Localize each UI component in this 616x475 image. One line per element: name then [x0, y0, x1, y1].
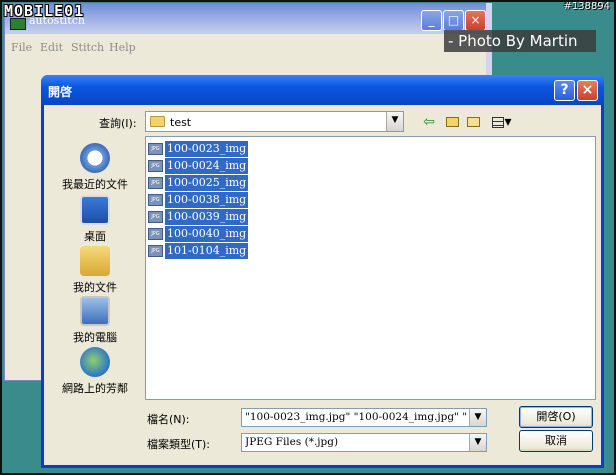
my-computer-icon: [80, 296, 110, 326]
look-in-value: test: [170, 116, 192, 129]
chevron-down-icon[interactable]: ▼: [469, 409, 486, 426]
place-my-computer[interactable]: 我的電腦: [50, 296, 140, 345]
file-name: 100-0023_img: [165, 141, 249, 157]
filetype-label: 檔案類型(T):: [147, 438, 211, 451]
place-label: 我的文件: [73, 281, 117, 294]
my-documents-icon: [80, 246, 110, 276]
file-name: 100-0025_img: [165, 175, 249, 191]
chevron-down-icon[interactable]: ▼: [469, 434, 486, 451]
menu-bar: File Edit Stitch Help: [5, 36, 488, 58]
jpg-file-icon: JPG: [148, 194, 163, 206]
up-folder-icon[interactable]: [443, 113, 461, 131]
place-label: 網路上的芳鄰: [62, 382, 128, 395]
place-recent[interactable]: 我最近的文件: [50, 143, 140, 192]
desktop-icon: [80, 195, 110, 225]
recent-documents-icon: [80, 143, 110, 173]
file-name: 100-0040_img: [165, 226, 249, 242]
filename-field[interactable]: "100-0023_img.jpg" "100-0024_img.jpg" "1…: [241, 408, 487, 427]
maximize-button[interactable]: □: [443, 10, 464, 31]
places-bar: 我最近的文件 桌面 我的文件 我的電腦 網路上的芳鄰: [50, 139, 140, 399]
file-name: 101-0104_img: [165, 243, 249, 259]
jpg-file-icon: JPG: [148, 143, 163, 155]
filetype-value: JPEG Files (*.jpg): [245, 436, 339, 448]
menu-help[interactable]: Help: [109, 41, 136, 54]
filename-label: 檔名(N):: [147, 413, 190, 426]
jpg-file-icon: JPG: [148, 211, 163, 223]
dialog-title: 開啓: [48, 85, 73, 99]
network-places-icon: [80, 347, 110, 377]
help-button[interactable]: ?: [554, 80, 575, 101]
dialog-close-button[interactable]: ×: [577, 80, 598, 101]
place-my-documents[interactable]: 我的文件: [50, 246, 140, 295]
file-name: 100-0039_img: [165, 209, 249, 225]
new-folder-icon[interactable]: [464, 113, 482, 131]
menu-edit[interactable]: Edit: [40, 41, 63, 54]
cancel-button[interactable]: 取消: [519, 430, 593, 452]
site-logo-watermark: MOBILE01: [4, 2, 85, 20]
minimize-button[interactable]: _: [421, 10, 442, 31]
file-name: 100-0038_img: [165, 192, 249, 208]
chevron-down-icon[interactable]: ▼: [386, 112, 403, 131]
place-label: 我的電腦: [73, 331, 117, 344]
place-label: 我最近的文件: [62, 178, 128, 191]
look-in-label: 查詢(I):: [99, 117, 137, 130]
open-file-dialog: 開啓 ? × 查詢(I): test ▼ ⇦ ▾ 我最近的文件 桌面 我的文件 …: [41, 75, 604, 468]
menu-file[interactable]: File: [11, 41, 32, 54]
jpg-file-icon: JPG: [148, 228, 163, 240]
open-button[interactable]: 開啓(O): [519, 406, 593, 428]
file-list[interactable]: JPG 100-0023_img JPG 100-0024_img JPG 10…: [145, 136, 596, 400]
file-name: 100-0024_img: [165, 158, 249, 174]
look-in-dropdown[interactable]: test ▼: [145, 111, 404, 132]
view-menu-icon[interactable]: ▾: [489, 113, 515, 131]
filetype-dropdown[interactable]: JPEG Files (*.jpg) ▼: [241, 433, 487, 452]
photo-credit-watermark: - Photo By Martin: [444, 30, 596, 52]
place-label: 桌面: [84, 230, 106, 243]
close-button[interactable]: ×: [465, 10, 486, 31]
filename-value: "100-0023_img.jpg" "100-0024_img.jpg" "1…: [245, 411, 468, 423]
menu-stitch[interactable]: Stitch: [71, 41, 104, 54]
place-desktop[interactable]: 桌面: [50, 195, 140, 244]
place-network[interactable]: 網路上的芳鄰: [50, 347, 140, 396]
jpg-file-icon: JPG: [148, 245, 163, 257]
folder-icon: [150, 116, 165, 127]
jpg-file-icon: JPG: [148, 177, 163, 189]
photo-id-watermark: #138894: [563, 1, 610, 12]
dialog-titlebar[interactable]: 開啓 ? ×: [41, 75, 604, 105]
back-arrow-icon[interactable]: ⇦: [420, 113, 438, 131]
jpg-file-icon: JPG: [148, 160, 163, 172]
